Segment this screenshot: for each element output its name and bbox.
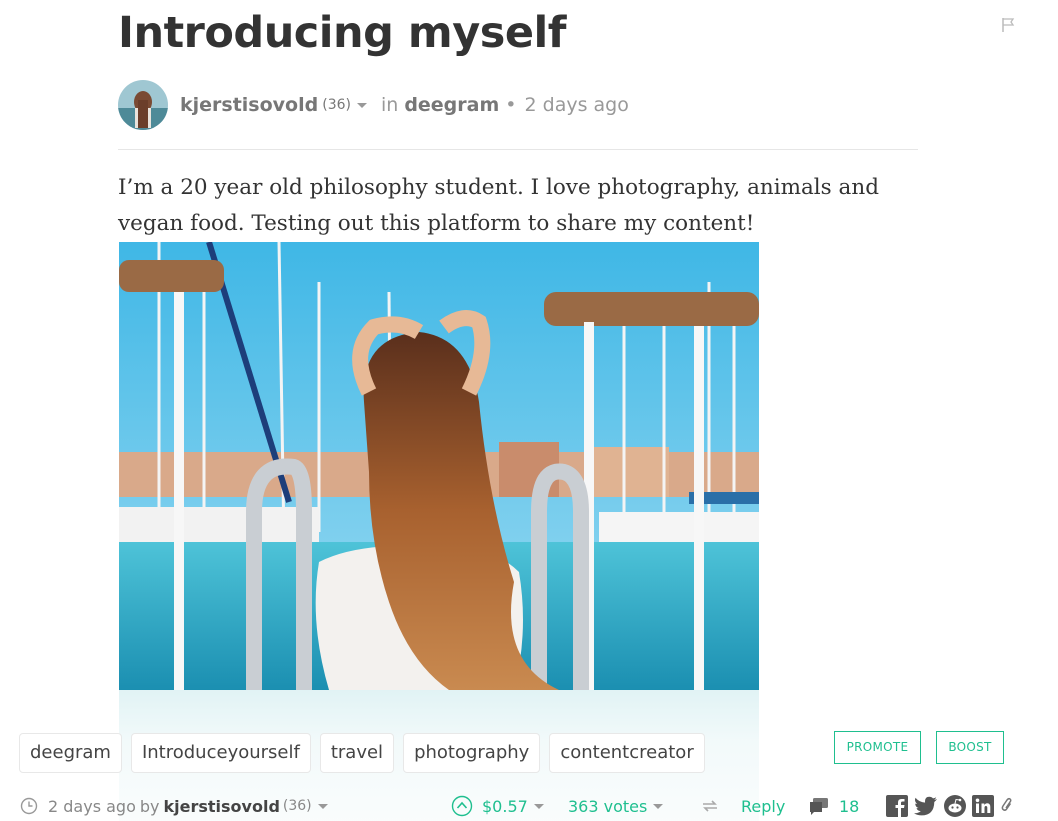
post-body: I’m a 20 year old philosophy student. I …	[118, 175, 879, 236]
tag-item[interactable]: photography	[403, 733, 541, 773]
divider	[118, 149, 918, 150]
clock-icon	[20, 797, 38, 815]
tag-item[interactable]: contentcreator	[549, 733, 705, 773]
footer-meta: 2 days ago by kjerstisovold (36)	[20, 794, 334, 818]
post-image[interactable]	[119, 242, 759, 690]
chevron-down-icon[interactable]	[653, 803, 664, 809]
author-reputation: (36)	[322, 97, 351, 113]
chevron-down-icon[interactable]	[356, 102, 367, 108]
link-icon[interactable]	[1000, 797, 1014, 815]
footer-author-reputation: (36)	[282, 798, 312, 814]
reply-link[interactable]: Reply	[741, 797, 785, 816]
vote-count[interactable]: 363 votes	[568, 797, 647, 816]
author-line: kjerstisovold (36) in deegram • 2 days a…	[118, 80, 629, 130]
reply-block: Reply	[700, 794, 785, 818]
payout-value[interactable]: $0.57	[482, 797, 528, 816]
separator-dot: •	[505, 94, 517, 116]
comment-count[interactable]: 18	[839, 797, 859, 816]
reblog-icon[interactable]	[700, 798, 720, 814]
facebook-icon[interactable]	[886, 795, 908, 817]
tag-list: deegram Introduceyourself travel photogr…	[19, 733, 705, 773]
twitter-icon[interactable]	[914, 796, 938, 816]
community-link[interactable]: deegram	[404, 94, 499, 116]
footer-author-link[interactable]: kjerstisovold	[164, 797, 280, 816]
tag-item[interactable]: Introduceyourself	[130, 733, 311, 773]
votes-block: 363 votes	[568, 794, 669, 818]
tag-item[interactable]: deegram	[19, 733, 122, 773]
share-icons	[886, 794, 1014, 818]
footer-time: 2 days ago	[48, 796, 136, 816]
post-footer: 2 days ago by kjerstisovold (36) $0.57 3…	[0, 794, 1058, 818]
promote-button[interactable]: PROMOTE	[834, 731, 921, 764]
upvote-icon[interactable]	[451, 795, 473, 817]
author-link[interactable]: kjerstisovold	[180, 94, 318, 116]
tag-item[interactable]: travel	[319, 733, 395, 773]
by-label: by	[139, 796, 160, 816]
flag-icon[interactable]	[1000, 16, 1016, 34]
reddit-icon[interactable]	[944, 795, 966, 817]
comments-block: 18	[808, 794, 859, 818]
post-time: 2 days ago	[524, 94, 629, 116]
payout-block: $0.57	[451, 794, 550, 818]
post-title: Introducing myself	[118, 8, 566, 58]
boost-button[interactable]: BOOST	[936, 731, 1004, 764]
comment-icon[interactable]	[808, 796, 830, 816]
avatar[interactable]	[118, 80, 168, 130]
in-label: in	[380, 94, 399, 116]
chevron-down-icon[interactable]	[533, 803, 544, 809]
chevron-down-icon[interactable]	[317, 803, 328, 809]
linkedin-icon[interactable]	[972, 795, 994, 817]
